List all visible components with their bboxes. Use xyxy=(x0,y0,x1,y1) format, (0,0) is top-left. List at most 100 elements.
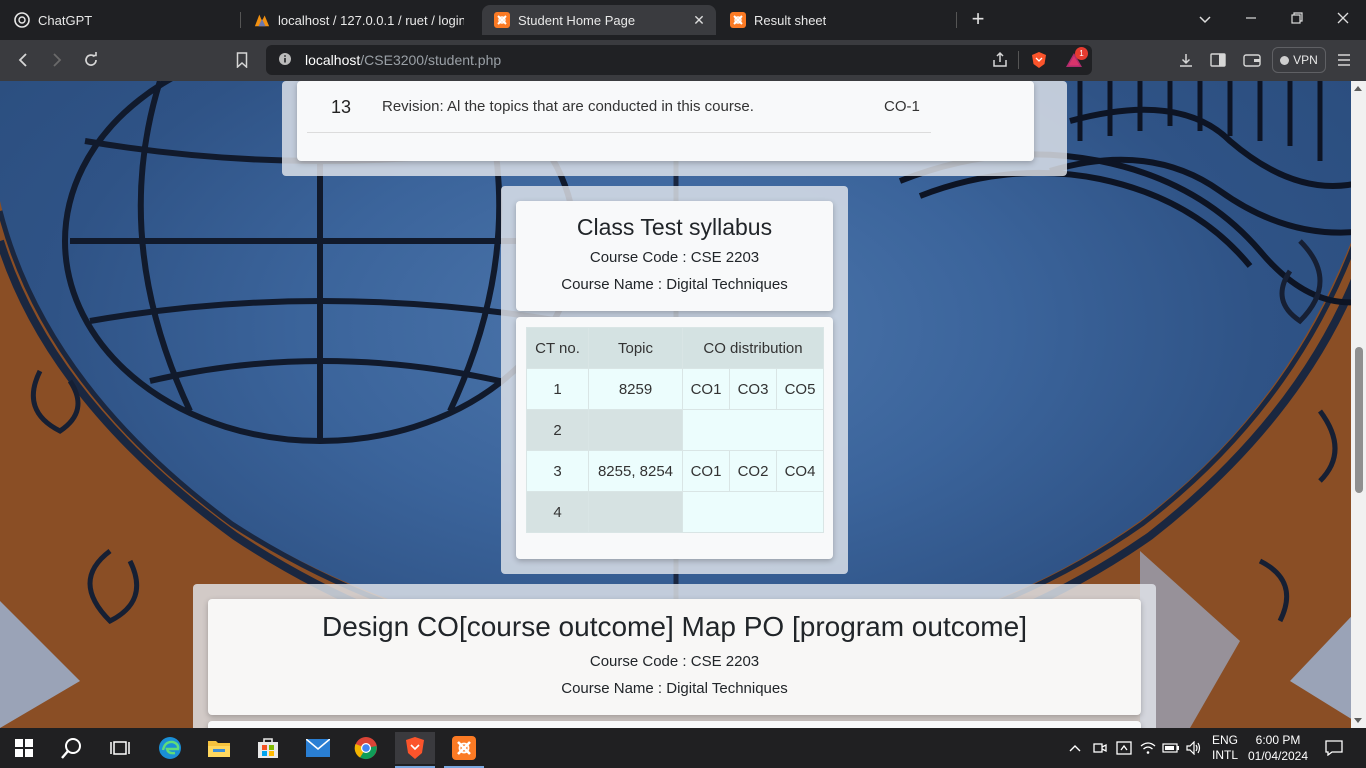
row-topic: Revision: Al the topics that are conduct… xyxy=(382,98,754,115)
language-code: ENG xyxy=(1211,733,1238,747)
tab-strip: ChatGPT localhost / 127.0.0.1 / ruet / l… xyxy=(0,0,1366,40)
cell-co: CO1 xyxy=(682,368,730,410)
menu-icon[interactable] xyxy=(1332,48,1356,72)
xampp-icon xyxy=(730,12,746,28)
start-icon[interactable] xyxy=(4,732,44,764)
table-row: 2 xyxy=(526,409,824,451)
co-po-panel: Design CO[course outcome] Map PO [progra… xyxy=(193,584,1156,728)
tab-search-chevron-icon[interactable] xyxy=(1190,6,1220,32)
syllabus-card: 13 Revision: Al the topics that are cond… xyxy=(297,81,1034,161)
co-po-header-card: Design CO[course outcome] Map PO [progra… xyxy=(208,599,1141,715)
close-tab-icon[interactable]: ✕ xyxy=(692,13,706,27)
header-co-distribution: CO distribution xyxy=(682,327,824,369)
tab-title: localhost / 127.0.0.1 / ruet / login | p xyxy=(278,12,464,28)
browser-toolbar: localhost/CSE3200/student.php 1 VPN xyxy=(0,40,1366,81)
tab-separator xyxy=(956,12,957,28)
cell-co: CO4 xyxy=(776,450,824,492)
co-po-title: Design CO[course outcome] Map PO [progra… xyxy=(322,611,1027,642)
cell-topic: 8259 xyxy=(588,368,683,410)
tab-title: ChatGPT xyxy=(38,12,93,28)
course-code: Course Code : CSE 2203 xyxy=(589,249,760,266)
security-icon[interactable] xyxy=(1114,728,1134,768)
notifications-icon[interactable] xyxy=(1318,728,1350,768)
address-divider xyxy=(1018,51,1019,69)
search-icon[interactable] xyxy=(52,732,92,764)
vpn-status-icon xyxy=(1280,55,1290,65)
course-name: Course Name : Digital Techniques xyxy=(561,680,788,697)
class-test-table: CT no. Topic CO distribution 1 8259 CO1 … xyxy=(526,327,824,533)
row-number: 13 xyxy=(331,97,352,117)
battery-icon[interactable] xyxy=(1160,728,1182,768)
cell-co: CO3 xyxy=(729,368,777,410)
address-bar[interactable]: localhost/CSE3200/student.php 1 xyxy=(266,45,1092,75)
table-row: 3 8255, 8254 CO1 CO2 CO4 xyxy=(526,450,824,492)
scroll-down-icon[interactable] xyxy=(1354,718,1362,723)
sidebar-icon[interactable] xyxy=(1206,48,1230,72)
phpmyadmin-icon xyxy=(254,12,270,28)
table-row: 13 Revision: Al the topics that are cond… xyxy=(307,81,931,133)
cell-co: CO5 xyxy=(776,368,824,410)
volume-icon[interactable] xyxy=(1184,728,1204,768)
brave-icon[interactable] xyxy=(395,732,435,768)
share-icon[interactable] xyxy=(991,51,1009,74)
tab-student-home[interactable]: Student Home Page ✕ xyxy=(482,5,716,35)
header-ct-no: CT no. xyxy=(526,327,589,369)
mail-icon[interactable] xyxy=(298,732,338,764)
cell-co-empty xyxy=(682,491,824,533)
wifi-icon[interactable] xyxy=(1138,728,1158,768)
clock[interactable]: 6:00 PM 01/04/2024 xyxy=(1244,728,1312,768)
vpn-button[interactable]: VPN xyxy=(1272,47,1326,73)
cell-ct-no: 1 xyxy=(526,368,589,410)
task-view-icon[interactable] xyxy=(100,732,140,764)
meet-now-icon[interactable] xyxy=(1090,728,1110,768)
back-icon[interactable] xyxy=(11,48,35,72)
close-window-button[interactable] xyxy=(1328,6,1358,32)
new-tab-button[interactable]: + xyxy=(966,8,990,32)
restore-button[interactable] xyxy=(1282,6,1312,32)
row-co: CO-1 xyxy=(884,98,920,115)
tray-chevron-icon[interactable] xyxy=(1066,728,1084,768)
minimize-button[interactable] xyxy=(1236,6,1266,32)
bookmark-icon[interactable] xyxy=(230,48,254,72)
cell-co-empty xyxy=(682,409,824,451)
tab-title: Student Home Page xyxy=(518,12,636,28)
cell-topic: 8255, 8254 xyxy=(588,450,683,492)
vpn-label: VPN xyxy=(1293,53,1318,67)
scroll-up-icon[interactable] xyxy=(1354,86,1362,91)
scrollbar-thumb[interactable] xyxy=(1355,347,1363,493)
download-icon[interactable] xyxy=(1174,48,1198,72)
language-indicator[interactable]: ENG INTL xyxy=(1206,728,1244,768)
clock-time: 6:00 PM xyxy=(1255,733,1301,747)
page-scrollbar[interactable] xyxy=(1351,81,1366,728)
class-test-table-card: CT no. Topic CO distribution 1 8259 CO1 … xyxy=(516,317,833,559)
url-host: localhost xyxy=(305,52,361,68)
course-code: Course Code : CSE 2203 xyxy=(589,653,760,670)
forward-icon[interactable] xyxy=(45,48,69,72)
tab-phpmyadmin[interactable]: localhost / 127.0.0.1 / ruet / login | p xyxy=(242,5,476,35)
page-viewport: 13 Revision: Al the topics that are cond… xyxy=(0,81,1366,728)
wallet-icon[interactable] xyxy=(1240,48,1264,72)
cell-topic xyxy=(588,409,683,451)
brave-shields-icon[interactable] xyxy=(1030,51,1048,74)
site-info-icon[interactable] xyxy=(278,52,292,71)
chrome-icon[interactable] xyxy=(346,732,386,764)
file-explorer-icon[interactable] xyxy=(199,732,239,764)
reload-icon[interactable] xyxy=(79,48,103,72)
co-po-table-card xyxy=(208,721,1141,728)
course-name: Course Name : Digital Techniques xyxy=(561,276,788,293)
xampp-icon[interactable] xyxy=(444,732,484,768)
clock-date: 01/04/2024 xyxy=(1247,749,1309,763)
class-test-title: Class Test syllabus xyxy=(576,214,773,240)
tab-chatgpt[interactable]: ChatGPT xyxy=(2,5,238,35)
cell-co: CO1 xyxy=(682,450,730,492)
edge-icon[interactable] xyxy=(150,732,190,764)
url-path: /CSE3200/student.php xyxy=(360,52,502,68)
class-test-panel: Class Test syllabus Course Code : CSE 22… xyxy=(501,186,848,574)
keyboard-layout: INTL xyxy=(1211,748,1238,762)
url-text: localhost/CSE3200/student.php xyxy=(305,52,501,68)
table-row: 4 xyxy=(526,491,824,533)
cell-co: CO2 xyxy=(729,450,777,492)
windows-taskbar: ENG INTL 6:00 PM 01/04/2024 xyxy=(0,728,1366,768)
store-icon[interactable] xyxy=(248,732,288,764)
tab-result-sheet[interactable]: Result sheet xyxy=(718,5,952,35)
